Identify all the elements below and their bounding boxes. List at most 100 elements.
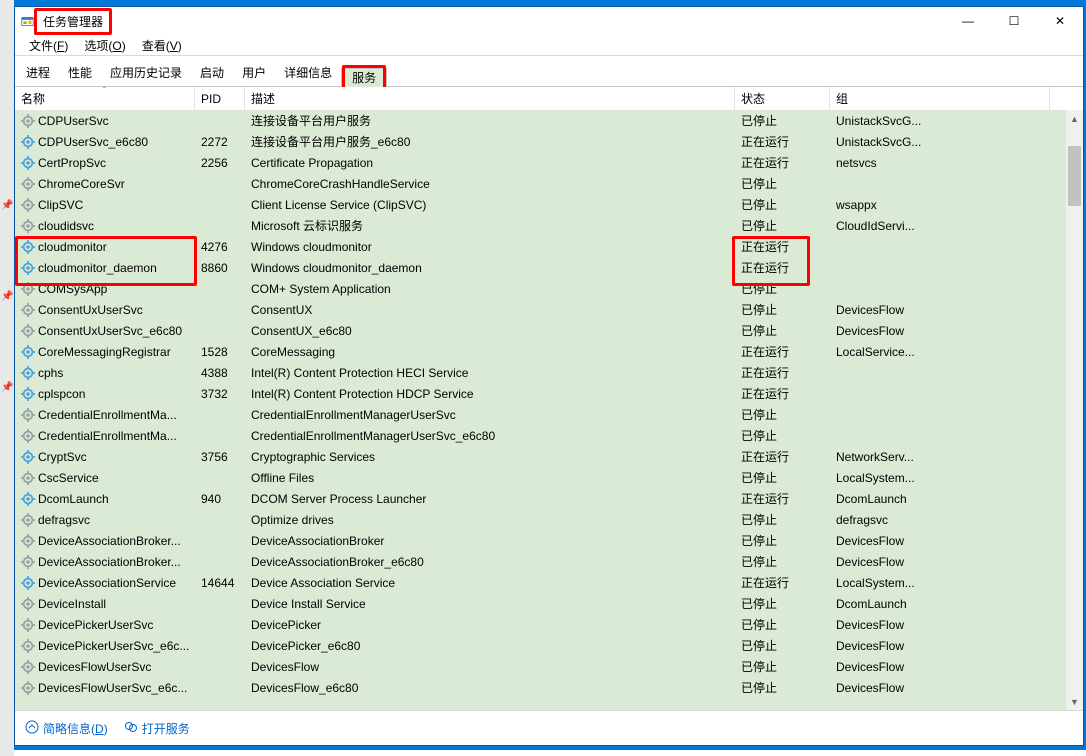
tab-应用历史记录[interactable]: 应用历史记录 [101, 57, 191, 87]
svc-name: CredentialEnrollmentMa... [38, 408, 177, 422]
table-row[interactable]: DevicePickerUserSvcDevicePicker已停止Device… [15, 614, 1066, 635]
svc-name: cloudmonitor_daemon [38, 261, 157, 275]
gear-icon [21, 534, 35, 548]
scroll-thumb[interactable] [1068, 146, 1081, 206]
svc-name: DeviceAssociationBroker... [38, 555, 181, 569]
col-state[interactable]: 状态 [735, 87, 830, 110]
gear-icon [21, 324, 35, 338]
svc-group: NetworkServ... [830, 450, 1050, 464]
svc-name: DeviceInstall [38, 597, 106, 611]
svc-desc: DCOM Server Process Launcher [245, 492, 735, 506]
svc-name: CertPropSvc [38, 156, 106, 170]
maximize-button[interactable]: ☐ [991, 7, 1037, 35]
table-row[interactable]: DeviceInstallDevice Install Service已停止Dc… [15, 593, 1066, 614]
table-row[interactable]: CoreMessagingRegistrar1528CoreMessaging正… [15, 341, 1066, 362]
table-row[interactable]: ClipSVCClient License Service (ClipSVC)已… [15, 194, 1066, 215]
svc-desc: Client License Service (ClipSVC) [245, 198, 735, 212]
svc-desc: CredentialEnrollmentManagerUserSvc_e6c80 [245, 429, 735, 443]
table-row[interactable]: COMSysAppCOM+ System Application已停止 [15, 278, 1066, 299]
table-row[interactable]: CredentialEnrollmentMa...CredentialEnrol… [15, 404, 1066, 425]
gear-icon [21, 345, 35, 359]
svc-state: 已停止 [735, 322, 830, 339]
svc-state: 已停止 [735, 637, 830, 654]
svc-desc: ChromeCoreCrashHandleService [245, 177, 735, 191]
scroll-down-icon[interactable]: ▼ [1066, 693, 1083, 710]
table-row[interactable]: DevicesFlowUserSvcDevicesFlow已停止DevicesF… [15, 656, 1066, 677]
tab-进程[interactable]: 进程 [17, 57, 59, 87]
svc-name: ClipSVC [38, 198, 83, 212]
menu-o[interactable]: 选项(O) [76, 36, 133, 55]
table-row[interactable]: cloudidsvcMicrosoft 云标识服务已停止CloudIdServi… [15, 215, 1066, 236]
table-body[interactable]: CDPUserSvc连接设备平台用户服务已停止UnistackSvcG...CD… [15, 110, 1066, 710]
col-pid[interactable]: PID [195, 87, 245, 110]
svc-desc: Device Association Service [245, 576, 735, 590]
table-row[interactable]: cloudmonitor4276Windows cloudmonitor正在运行 [15, 236, 1066, 257]
table-row[interactable]: ConsentUxUserSvcConsentUX已停止DevicesFlow [15, 299, 1066, 320]
table-row[interactable]: CertPropSvc2256Certificate Propagation正在… [15, 152, 1066, 173]
table-row[interactable]: DevicePickerUserSvc_e6c...DevicePicker_e… [15, 635, 1066, 656]
footer: 简略信息(D) 打开服务 [15, 710, 1083, 745]
menu-f[interactable]: 文件(F) [21, 36, 76, 55]
vertical-scrollbar[interactable]: ▲ ▼ [1066, 110, 1083, 710]
pin-icon: 📌 [1, 291, 13, 302]
svc-pid: 8860 [195, 261, 245, 275]
fewer-details-link[interactable]: 简略信息(D) [25, 720, 108, 737]
tab-启动[interactable]: 启动 [191, 57, 233, 87]
table-row[interactable]: DeviceAssociationBroker...DeviceAssociat… [15, 530, 1066, 551]
table-row[interactable]: defragsvcOptimize drives已停止defragsvc [15, 509, 1066, 530]
svc-state: 正在运行 [735, 259, 830, 276]
svc-state: 正在运行 [735, 574, 830, 591]
gear-icon [21, 492, 35, 506]
table-row[interactable]: ChromeCoreSvrChromeCoreCrashHandleServic… [15, 173, 1066, 194]
gear-icon [21, 387, 35, 401]
svc-state: 已停止 [735, 175, 830, 192]
svc-state: 已停止 [735, 469, 830, 486]
svc-state: 已停止 [735, 616, 830, 633]
svc-desc: ConsentUX [245, 303, 735, 317]
tab-详细信息[interactable]: 详细信息 [275, 57, 341, 87]
pin-icon: 📌 [1, 200, 13, 211]
svc-group: UnistackSvcG... [830, 135, 1050, 149]
gear-icon [21, 639, 35, 653]
table-row[interactable]: cphs4388Intel(R) Content Protection HECI… [15, 362, 1066, 383]
table-row[interactable]: CredentialEnrollmentMa... CredentialEnrol… [15, 425, 1066, 446]
svc-group: LocalSystem... [830, 576, 1050, 590]
svc-desc: Windows cloudmonitor_daemon [245, 261, 735, 275]
menu-v[interactable]: 查看(V) [134, 36, 190, 55]
table-row[interactable]: CscServiceOffline Files已停止LocalSystem... [15, 467, 1066, 488]
table-row[interactable]: DevicesFlowUserSvc_e6c...DevicesFlow_e6c… [15, 677, 1066, 698]
svc-name: CredentialEnrollmentMa... [38, 429, 177, 443]
svc-pid: 2272 [195, 135, 245, 149]
table-row[interactable]: CDPUserSvc_e6c802272连接设备平台用户服务_e6c80正在运行… [15, 131, 1066, 152]
svc-name: ConsentUxUserSvc [38, 303, 143, 317]
tab-性能[interactable]: 性能 [59, 57, 101, 87]
scroll-up-icon[interactable]: ▲ [1066, 110, 1083, 127]
svc-name: COMSysApp [38, 282, 107, 296]
table-row[interactable]: cloudmonitor_daemon 8860Windows cloudmoni… [15, 257, 1066, 278]
svc-group: wsappx [830, 198, 1050, 212]
col-group[interactable]: 组 [830, 87, 1050, 110]
table-row[interactable]: DcomLaunch940DCOM Server Process Launche… [15, 488, 1066, 509]
svc-state: 已停止 [735, 427, 830, 444]
col-name[interactable]: 名称ˆ [15, 87, 195, 110]
close-button[interactable]: ✕ [1037, 7, 1083, 35]
gear-icon [21, 135, 35, 149]
table-row[interactable]: CryptSvc3756Cryptographic Services正在运行Ne… [15, 446, 1066, 467]
tab-服务[interactable]: 服务 [341, 68, 387, 87]
svc-state: 正在运行 [735, 448, 830, 465]
table-row[interactable]: DeviceAssociationBroker...DeviceAssociat… [15, 551, 1066, 572]
gear-icon [21, 576, 35, 590]
table-row[interactable]: CDPUserSvc连接设备平台用户服务已停止UnistackSvcG... [15, 110, 1066, 131]
titlebar[interactable]: 任务管理器 — ☐ ✕ [15, 7, 1083, 35]
svc-group: DevicesFlow [830, 660, 1050, 674]
gear-icon [21, 597, 35, 611]
table-row[interactable]: ConsentUxUserSvc_e6c80ConsentUX_e6c80已停止… [15, 320, 1066, 341]
table-row[interactable]: DeviceAssociationService14644Device Asso… [15, 572, 1066, 593]
minimize-button[interactable]: — [945, 7, 991, 35]
table-row[interactable]: cplspcon3732Intel(R) Content Protection … [15, 383, 1066, 404]
col-desc[interactable]: 描述 [245, 87, 735, 110]
tab-用户[interactable]: 用户 [233, 57, 275, 87]
gear-icon [21, 513, 35, 527]
open-services-link[interactable]: 打开服务 [124, 720, 190, 737]
svc-group: DevicesFlow [830, 324, 1050, 338]
